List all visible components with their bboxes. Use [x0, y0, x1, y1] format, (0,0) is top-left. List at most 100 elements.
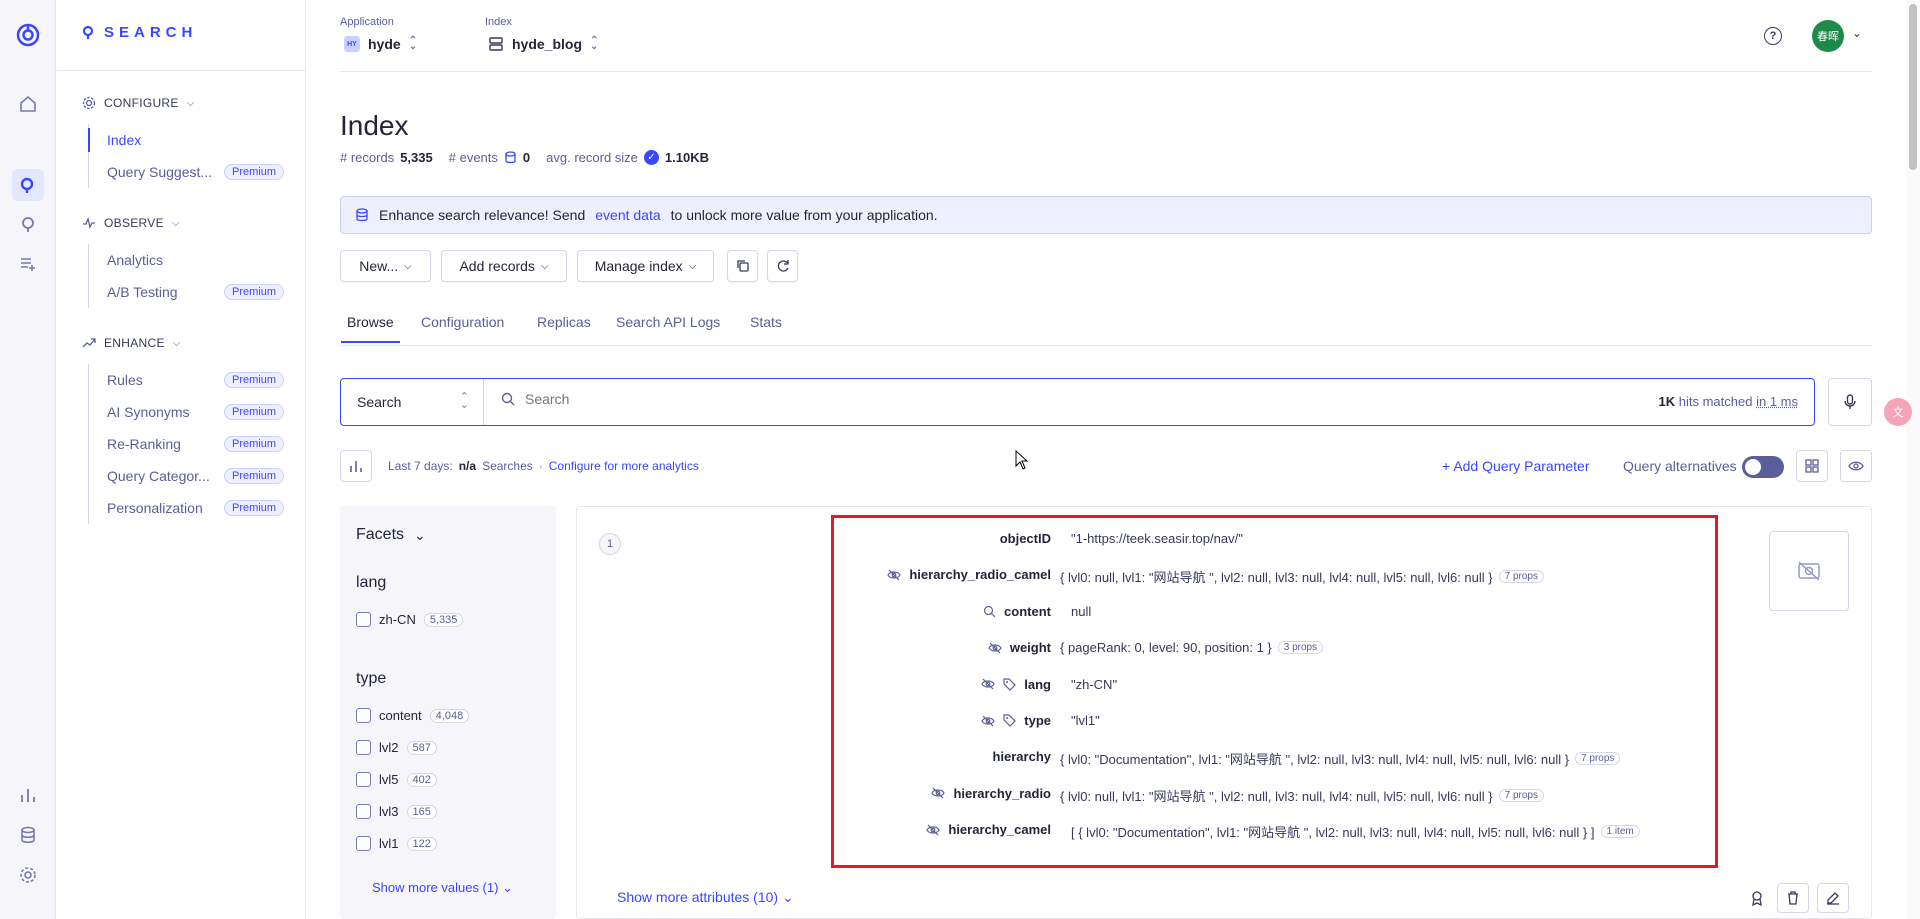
- copy-button[interactable]: [727, 250, 758, 282]
- scroll-thumb[interactable]: [1909, 4, 1917, 170]
- analytics-row: Last 7 days: n/a Searches · Configure fo…: [340, 450, 1872, 482]
- grid-view-button[interactable]: [1796, 450, 1828, 482]
- page-scrollbar[interactable]: [1906, 0, 1920, 919]
- no-image-icon: [1798, 561, 1820, 581]
- show-more-values-link[interactable]: Show more values (1) ⌄: [372, 880, 513, 896]
- add-records-button[interactable]: Add records ⌵: [441, 250, 567, 282]
- checkbox[interactable]: [356, 772, 371, 787]
- avatar[interactable]: 春晖: [1812, 20, 1844, 52]
- voice-search-button[interactable]: [1828, 378, 1872, 426]
- analytics-bar-icon[interactable]: [0, 777, 56, 813]
- configure-analytics-link[interactable]: Configure for more analytics: [549, 459, 699, 473]
- facet-count: 402: [406, 772, 437, 787]
- facet-type-lvl1[interactable]: lvl1 122: [356, 836, 437, 851]
- application-selector[interactable]: HY hyde ⌃ ⌄: [344, 36, 417, 52]
- facets-header[interactable]: Facets ⌄: [356, 526, 426, 544]
- facet-lang-zh-cn[interactable]: zh-CN 5,335: [356, 612, 464, 627]
- section-observe[interactable]: OBSERVE ⌵: [82, 216, 180, 230]
- grid-icon: [1805, 459, 1819, 473]
- sidebar-item-label: AI Synonyms: [107, 404, 190, 420]
- preview-button[interactable]: [1840, 450, 1872, 482]
- event-data-link[interactable]: event data: [595, 207, 660, 223]
- refresh-button[interactable]: [767, 250, 798, 282]
- events-label: # events: [448, 150, 498, 165]
- search-product-icon[interactable]: [0, 167, 56, 203]
- avg-size-value: 1.10KB: [664, 150, 709, 165]
- facet-label: lvl5: [379, 772, 399, 787]
- attribute-name-text: weight: [1009, 640, 1051, 656]
- attribute-name-text: objectID: [999, 531, 1051, 546]
- facet-type-lvl3[interactable]: lvl3 165: [356, 804, 437, 819]
- show-more-attributes-link[interactable]: Show more attributes (10) ⌄: [617, 889, 794, 906]
- section-enhance[interactable]: ENHANCE ⌵: [82, 336, 181, 350]
- sidebar-item-index[interactable]: Index: [88, 124, 288, 156]
- checkbox[interactable]: [356, 612, 371, 627]
- tab-browse[interactable]: Browse: [341, 314, 400, 343]
- sidebar-item-label: Index: [107, 132, 142, 148]
- new-button[interactable]: New... ⌵: [340, 250, 431, 282]
- add-query-parameter-button[interactable]: + Add Query Parameter: [1442, 458, 1589, 474]
- checkbox[interactable]: [356, 804, 371, 819]
- search-input[interactable]: [525, 391, 1425, 407]
- sidebar-item-label: Re-Ranking: [107, 436, 181, 452]
- sidebar-item-analytics[interactable]: Analytics: [89, 244, 288, 276]
- index-tabs: Browse Configuration Replicas Search API…: [340, 310, 1872, 346]
- search-type-select[interactable]: Search ⌃ ⌄: [341, 379, 484, 425]
- delete-record-button[interactable]: [1777, 883, 1809, 913]
- chevron-down-icon: ⌄: [414, 526, 426, 543]
- sidebar-item-personalization[interactable]: Personalization Premium: [89, 492, 288, 524]
- facet-type-content[interactable]: content 4,048: [356, 708, 470, 723]
- facet-count: 165: [406, 804, 437, 819]
- home-icon[interactable]: [0, 86, 56, 122]
- tab-search-api-logs[interactable]: Search API Logs: [616, 314, 720, 330]
- sidebar-item-ai-synonyms[interactable]: AI Synonyms Premium: [89, 396, 288, 428]
- query-alternatives-label: Query alternatives: [1623, 458, 1737, 474]
- translate-widget-icon[interactable]: 文: [1884, 398, 1912, 426]
- settings-gear-icon[interactable]: [0, 857, 56, 893]
- sidebar-item-ab-testing[interactable]: A/B Testing Premium: [89, 276, 288, 308]
- tab-replicas[interactable]: Replicas: [537, 314, 591, 330]
- index-selector[interactable]: hyde_blog ⌃ ⌄: [488, 36, 598, 52]
- ranking-info-button[interactable]: [1741, 883, 1773, 913]
- props-count-badge[interactable]: 1 item: [1600, 825, 1640, 839]
- sidebar-item-re-ranking[interactable]: Re-Ranking Premium: [89, 428, 288, 460]
- sidebar-item-rules[interactable]: Rules Premium: [89, 364, 288, 396]
- recommend-icon[interactable]: [0, 206, 56, 242]
- search-icon: [501, 392, 515, 406]
- checkbox[interactable]: [356, 740, 371, 755]
- database-icon[interactable]: [0, 817, 56, 853]
- props-count-badge[interactable]: 7 props: [1498, 788, 1544, 802]
- props-count-badge[interactable]: 7 props: [1498, 570, 1544, 584]
- checkbox[interactable]: [356, 708, 371, 723]
- section-enhance-label: ENHANCE: [104, 336, 165, 350]
- attribute-value-text: "lvl1": [1071, 713, 1100, 728]
- search-brand-icon: [82, 25, 94, 39]
- props-count-badge[interactable]: 3 props: [1277, 641, 1324, 655]
- help-icon[interactable]: ?: [1764, 27, 1782, 45]
- list-add-icon[interactable]: [0, 245, 56, 281]
- props-count-badge[interactable]: 7 props: [1575, 752, 1621, 766]
- hits-text: hits matched: [1678, 394, 1753, 409]
- attribute-value: null: [1071, 604, 1091, 619]
- analytics-toggle-button[interactable]: [340, 450, 372, 482]
- section-configure[interactable]: CONFIGURE ⌵: [82, 96, 195, 110]
- facet-type-lvl2[interactable]: lvl2 587: [356, 740, 437, 755]
- algolia-logo-icon[interactable]: [0, 17, 56, 53]
- sidebar-item-query-categorization[interactable]: Query Categor... Premium: [89, 460, 288, 492]
- hit-number: 1: [599, 533, 621, 555]
- last-7-days-summary: Last 7 days: n/a Searches · Configure fo…: [388, 459, 699, 473]
- facet-type-lvl5[interactable]: lvl5 402: [356, 772, 437, 787]
- eye-off-icon: [981, 715, 995, 727]
- checkbox[interactable]: [356, 836, 371, 851]
- chevron-down-icon: ⌵: [171, 217, 180, 229]
- chevron-down-icon[interactable]: ⌄: [1852, 26, 1862, 40]
- manage-index-button[interactable]: Manage index ⌵: [577, 250, 714, 282]
- query-alternatives-toggle[interactable]: [1742, 456, 1784, 478]
- trash-icon: [1788, 891, 1798, 905]
- attribute-name: objectID: [1000, 531, 1051, 546]
- tab-stats[interactable]: Stats: [750, 314, 782, 330]
- edit-record-button[interactable]: [1817, 883, 1849, 913]
- tab-configuration[interactable]: Configuration: [421, 314, 504, 330]
- sidebar-item-query-suggestions[interactable]: Query Suggest... Premium: [89, 156, 288, 188]
- facets-title: Facets: [356, 526, 405, 543]
